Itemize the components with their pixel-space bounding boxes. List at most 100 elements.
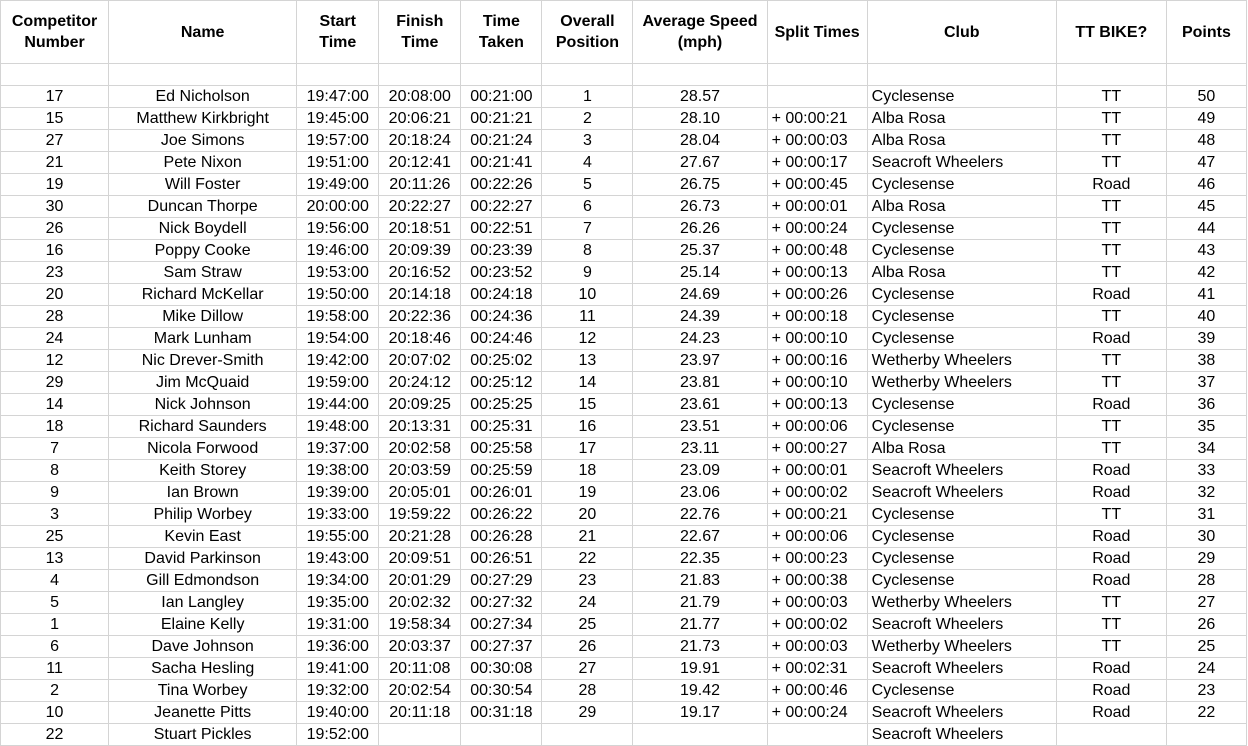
cell-average-speed[interactable]: 28.10 xyxy=(632,107,768,130)
cell-points[interactable]: 45 xyxy=(1165,195,1248,218)
cell-split-times[interactable]: + 00:00:46 xyxy=(766,679,868,702)
cell-time-taken[interactable]: 00:30:54 xyxy=(460,679,543,702)
cell-overall-position[interactable]: 24 xyxy=(541,591,634,614)
cell-average-speed[interactable]: 19.91 xyxy=(632,657,768,680)
cell-points[interactable]: 44 xyxy=(1165,217,1248,240)
cell-name[interactable]: Philip Worbey xyxy=(108,503,298,526)
cell-average-speed[interactable]: 27.67 xyxy=(632,151,768,174)
cell-competitor-number[interactable]: 7 xyxy=(0,437,110,460)
cell-tt-bike[interactable]: Road xyxy=(1055,657,1167,680)
cell-tt-bike[interactable]: TT xyxy=(1055,151,1167,174)
cell-finish-time[interactable]: 19:58:34 xyxy=(378,613,462,636)
cell-split-times[interactable]: + 00:00:21 xyxy=(766,107,868,130)
cell-tt-bike[interactable]: Road xyxy=(1055,481,1167,504)
cell-competitor-number[interactable]: 5 xyxy=(0,591,110,614)
cell-competitor-number[interactable]: 23 xyxy=(0,261,110,284)
cell-club[interactable]: Alba Rosa xyxy=(866,195,1057,218)
cell-club[interactable]: Cyclesense xyxy=(866,305,1057,328)
cell-overall-position[interactable]: 26 xyxy=(541,635,634,658)
cell-time-taken[interactable]: 00:30:08 xyxy=(460,657,543,680)
cell-finish-time[interactable]: 20:24:12 xyxy=(378,371,462,394)
cell-start-time[interactable]: 19:59:00 xyxy=(296,371,380,394)
cell-points[interactable]: 50 xyxy=(1165,85,1248,108)
cell-competitor-number[interactable]: 4 xyxy=(0,569,110,592)
cell-start-time[interactable]: 19:48:00 xyxy=(296,415,380,438)
cell-competitor-number[interactable]: 6 xyxy=(0,635,110,658)
cell-club[interactable]: Seacroft Wheelers xyxy=(866,657,1057,680)
cell-club[interactable]: Cyclesense xyxy=(866,327,1057,350)
cell-competitor-number[interactable]: 10 xyxy=(0,701,110,724)
cell-club[interactable]: Cyclesense xyxy=(866,525,1057,548)
cell-start-time[interactable]: 19:57:00 xyxy=(296,129,380,152)
cell-overall-position[interactable] xyxy=(541,63,634,86)
cell-name[interactable]: Jeanette Pitts xyxy=(108,701,298,724)
cell-split-times[interactable]: + 00:00:26 xyxy=(766,283,868,306)
cell-tt-bike[interactable]: TT xyxy=(1055,437,1167,460)
cell-points[interactable]: 46 xyxy=(1165,173,1248,196)
cell-overall-position[interactable]: 13 xyxy=(541,349,634,372)
cell-points[interactable]: 37 xyxy=(1165,371,1248,394)
cell-tt-bike[interactable]: Road xyxy=(1055,525,1167,548)
cell-club[interactable]: Alba Rosa xyxy=(866,437,1057,460)
cell-competitor-number[interactable]: 1 xyxy=(0,613,110,636)
cell-split-times[interactable]: + 00:00:24 xyxy=(766,217,868,240)
cell-name[interactable]: Pete Nixon xyxy=(108,151,298,174)
cell-overall-position[interactable]: 22 xyxy=(541,547,634,570)
cell-name[interactable]: Nic Drever-Smith xyxy=(108,349,298,372)
cell-overall-position[interactable]: 18 xyxy=(541,459,634,482)
cell-finish-time[interactable]: 20:18:46 xyxy=(378,327,462,350)
cell-name[interactable]: David Parkinson xyxy=(108,547,298,570)
cell-average-speed[interactable]: 19.42 xyxy=(632,679,768,702)
cell-finish-time[interactable]: 20:16:52 xyxy=(378,261,462,284)
cell-finish-time[interactable] xyxy=(378,723,462,746)
cell-overall-position[interactable]: 11 xyxy=(541,305,634,328)
cell-tt-bike[interactable]: Road xyxy=(1055,679,1167,702)
cell-start-time[interactable]: 19:49:00 xyxy=(296,173,380,196)
cell-start-time[interactable]: 19:33:00 xyxy=(296,503,380,526)
cell-time-taken[interactable]: 00:25:31 xyxy=(460,415,543,438)
cell-time-taken[interactable]: 00:25:02 xyxy=(460,349,543,372)
cell-start-time[interactable]: 19:35:00 xyxy=(296,591,380,614)
cell-finish-time[interactable]: 20:05:01 xyxy=(378,481,462,504)
cell-start-time[interactable]: 19:46:00 xyxy=(296,239,380,262)
header-split-times[interactable]: Split Times xyxy=(766,0,868,64)
cell-overall-position[interactable]: 4 xyxy=(541,151,634,174)
cell-finish-time[interactable]: 20:07:02 xyxy=(378,349,462,372)
cell-finish-time[interactable] xyxy=(378,63,462,86)
cell-time-taken[interactable]: 00:21:21 xyxy=(460,107,543,130)
cell-finish-time[interactable]: 20:21:28 xyxy=(378,525,462,548)
cell-competitor-number[interactable]: 29 xyxy=(0,371,110,394)
cell-name[interactable]: Ian Langley xyxy=(108,591,298,614)
cell-start-time[interactable]: 19:32:00 xyxy=(296,679,380,702)
cell-competitor-number[interactable]: 13 xyxy=(0,547,110,570)
cell-points[interactable]: 42 xyxy=(1165,261,1248,284)
cell-start-time[interactable]: 19:43:00 xyxy=(296,547,380,570)
cell-club[interactable]: Seacroft Wheelers xyxy=(866,723,1057,746)
cell-name[interactable]: Sacha Hesling xyxy=(108,657,298,680)
cell-time-taken[interactable]: 00:27:34 xyxy=(460,613,543,636)
cell-competitor-number[interactable]: 11 xyxy=(0,657,110,680)
cell-split-times[interactable]: + 00:00:13 xyxy=(766,261,868,284)
cell-name[interactable]: Keith Storey xyxy=(108,459,298,482)
cell-points[interactable]: 23 xyxy=(1165,679,1248,702)
cell-overall-position[interactable]: 27 xyxy=(541,657,634,680)
cell-split-times[interactable] xyxy=(766,723,868,746)
cell-points[interactable]: 40 xyxy=(1165,305,1248,328)
cell-competitor-number[interactable]: 18 xyxy=(0,415,110,438)
cell-time-taken[interactable]: 00:21:41 xyxy=(460,151,543,174)
cell-split-times[interactable]: + 00:00:23 xyxy=(766,547,868,570)
cell-overall-position[interactable]: 28 xyxy=(541,679,634,702)
cell-split-times[interactable]: + 00:00:03 xyxy=(766,591,868,614)
cell-club[interactable]: Cyclesense xyxy=(866,173,1057,196)
cell-split-times[interactable]: + 00:00:03 xyxy=(766,635,868,658)
cell-name[interactable]: Tina Worbey xyxy=(108,679,298,702)
cell-time-taken[interactable]: 00:25:59 xyxy=(460,459,543,482)
cell-split-times[interactable]: + 00:00:16 xyxy=(766,349,868,372)
cell-overall-position[interactable]: 9 xyxy=(541,261,634,284)
cell-time-taken[interactable]: 00:25:58 xyxy=(460,437,543,460)
cell-competitor-number[interactable]: 30 xyxy=(0,195,110,218)
cell-competitor-number[interactable]: 3 xyxy=(0,503,110,526)
cell-finish-time[interactable]: 20:22:27 xyxy=(378,195,462,218)
cell-competitor-number[interactable]: 17 xyxy=(0,85,110,108)
cell-points[interactable] xyxy=(1165,63,1248,86)
